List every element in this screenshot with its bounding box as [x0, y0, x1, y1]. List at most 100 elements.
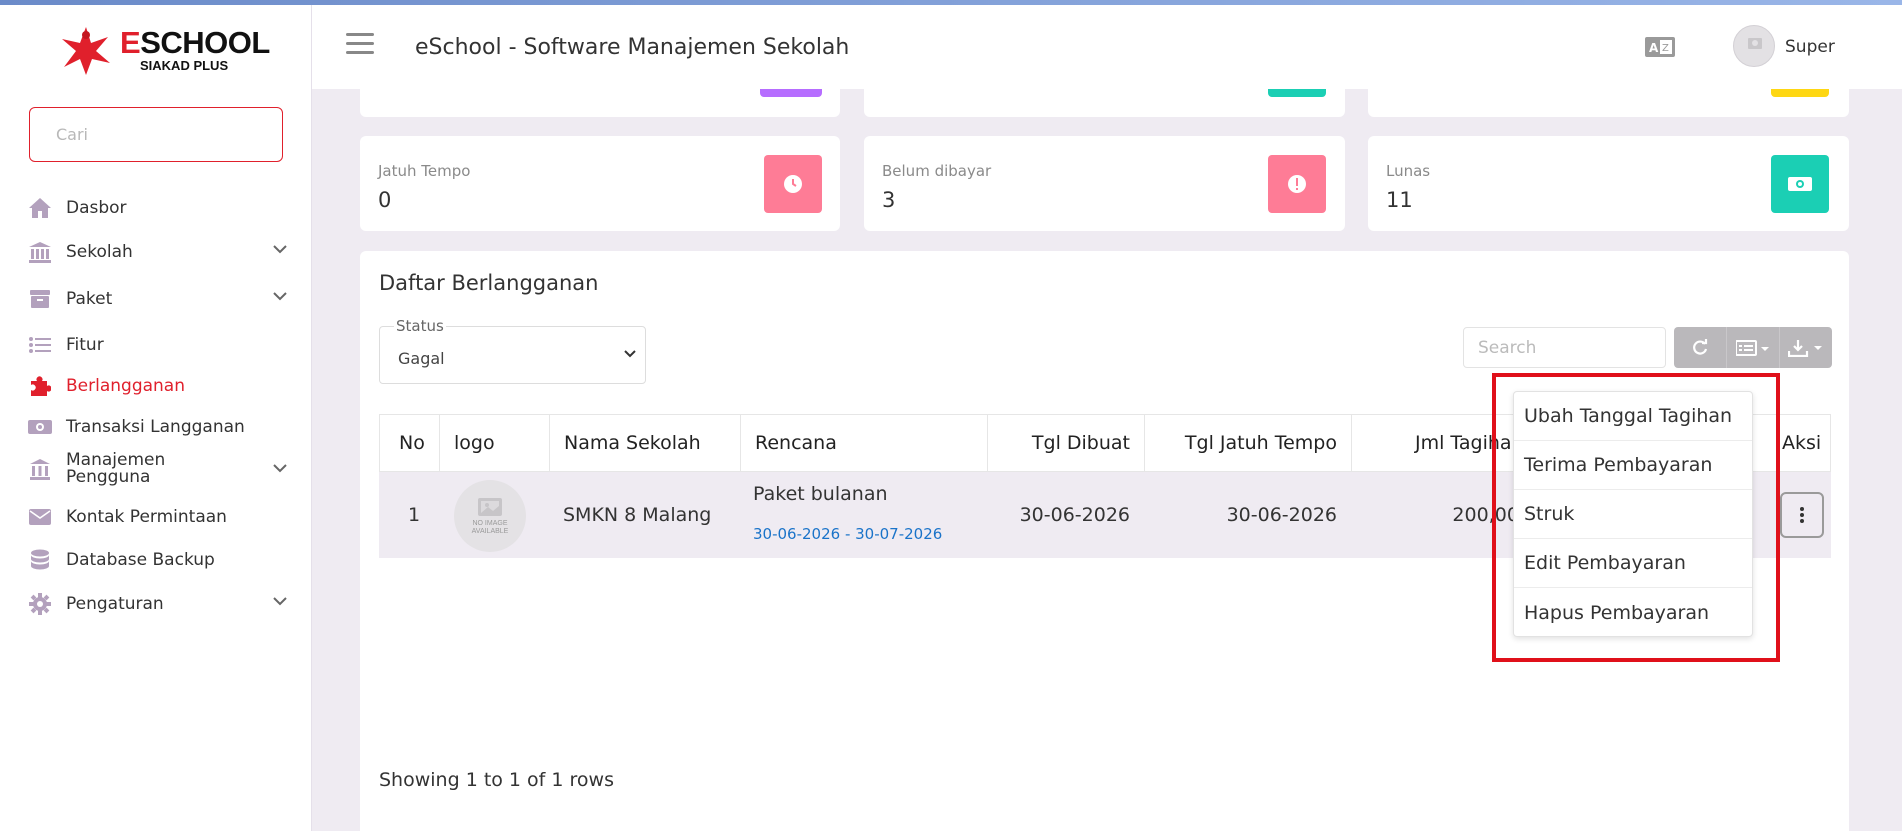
user-avatar[interactable]: [1733, 25, 1775, 67]
stat-card-top-bar: [1771, 89, 1829, 97]
language-icon[interactable]: AZ: [1645, 37, 1675, 59]
puzzle-icon: [28, 374, 52, 398]
sidebar-item-paket[interactable]: Paket: [28, 281, 288, 317]
hamburger-menu-icon[interactable]: [346, 33, 374, 57]
column-header[interactable]: Tgl Jatuh Tempo: [1145, 415, 1352, 471]
columns-icon: [1736, 339, 1769, 356]
column-header[interactable]: No: [380, 415, 440, 471]
cell-plan-name: Paket bulanan: [753, 483, 888, 505]
sidebar-item-kontak-permintaan[interactable]: Kontak Permintaan: [28, 499, 288, 535]
sidebar-item-label: Sekolah: [66, 241, 133, 262]
top-header: eSchool - Software Manajemen Sekolah AZ …: [312, 5, 1902, 89]
stat-card-top-bar: [760, 89, 822, 97]
chevron-down-icon: [273, 464, 287, 473]
sidebar-item-label: Pengaturan: [66, 593, 164, 614]
sidebar-search-input[interactable]: [29, 107, 283, 162]
download-icon: [1788, 339, 1822, 357]
cell-created-date: 30-06-2026: [1019, 504, 1130, 526]
refresh-icon: [1693, 338, 1708, 355]
stat-value: 11: [1386, 188, 1413, 212]
stat-card-lunas: Lunas 11: [1368, 136, 1849, 231]
column-header[interactable]: Aksi: [1772, 415, 1830, 471]
column-header[interactable]: Nama Sekolah: [550, 415, 741, 471]
sidebar-item-sekolah[interactable]: Sekolah: [28, 234, 288, 270]
sidebar-item-label: Dasbor: [66, 197, 127, 218]
sidebar-item-dasbor[interactable]: Dasbor: [28, 190, 288, 226]
logo-text: ESCHOOL: [120, 25, 270, 60]
panel-title: Daftar Berlangganan: [379, 271, 599, 295]
stat-card-belum-dibayar: Belum dibayar 3: [864, 136, 1345, 231]
no-image-icon: [1748, 38, 1762, 49]
chevron-down-icon: [273, 597, 287, 606]
logo-emblem-icon: [62, 27, 110, 75]
menu-item-struk[interactable]: Struk: [1514, 490, 1752, 539]
cell-plan-dates: 30-06-2026 - 30-07-2026: [753, 525, 943, 543]
app-title: eSchool - Software Manajemen Sekolah: [415, 35, 850, 60]
sidebar-item-label: Paket: [66, 288, 113, 309]
sidebar-item-transaksi-langganan[interactable]: Transaksi Langganan: [28, 409, 288, 445]
user-name[interactable]: Super: [1785, 37, 1835, 57]
column-header[interactable]: Tgl Dibuat: [988, 415, 1145, 471]
logo[interactable]: ESCHOOL SIAKAD PLUS: [58, 23, 270, 79]
column-header[interactable]: Rencana: [741, 415, 988, 471]
status-select[interactable]: Status Gagal: [379, 317, 646, 384]
stat-value: 0: [378, 188, 392, 212]
cell-no: 1: [407, 504, 421, 526]
stat-label: Jatuh Tempo: [378, 162, 471, 180]
school-logo-placeholder: NO IMAGE AVAILABLE: [454, 480, 526, 552]
stat-label: Belum dibayar: [882, 162, 992, 180]
stat-label: Lunas: [1386, 162, 1431, 180]
cell-amount: 200,000: [1452, 504, 1531, 526]
exclamation-icon: [1268, 155, 1326, 213]
sidebar-item-label: Manajemen Pengguna: [66, 450, 166, 487]
money-icon: [1771, 155, 1829, 213]
row-actions-button[interactable]: [1780, 492, 1824, 538]
sidebar-item-manajemen-pengguna[interactable]: Manajemen Pengguna: [28, 449, 288, 489]
refresh-button[interactable]: [1674, 327, 1727, 368]
column-header[interactable]: logo: [440, 415, 550, 471]
sidebar-item-label: Fitur: [66, 334, 104, 355]
sidebar-item-database-backup[interactable]: Database Backup: [28, 542, 288, 578]
sidebar-item-label: Database Backup: [66, 549, 215, 570]
stat-card-jatuh-tempo: Jatuh Tempo 0: [360, 136, 840, 231]
menu-item-hapus-pembayaran[interactable]: Hapus Pembayaran: [1514, 588, 1752, 637]
export-button[interactable]: [1780, 327, 1832, 368]
stat-value: 3: [882, 188, 896, 212]
top-accent-line: [0, 0, 1902, 5]
chevron-down-icon: [273, 245, 287, 254]
table-search-input[interactable]: [1463, 327, 1666, 368]
status-select-value: Gagal: [398, 349, 445, 368]
no-image-text: NO IMAGE AVAILABLE: [471, 520, 509, 535]
gear-icon: [28, 592, 52, 616]
cell-due-date: 30-06-2026: [1226, 504, 1337, 526]
sidebar-item-label: Kontak Permintaan: [66, 506, 227, 527]
svg-text:A: A: [1649, 41, 1659, 55]
menu-item-ubah-tanggal-tagihan[interactable]: Ubah Tanggal Tagihan: [1514, 392, 1752, 441]
sidebar-item-pengaturan[interactable]: Pengaturan: [28, 586, 288, 622]
sidebar-item-fitur[interactable]: Fitur: [28, 327, 288, 363]
no-image-icon: [478, 498, 502, 516]
sidebar: ESCHOOL SIAKAD PLUS Dasbor Sekolah Paket: [0, 5, 312, 831]
chevron-down-icon: [624, 350, 636, 358]
sidebar-item-berlangganan[interactable]: Berlangganan: [28, 368, 288, 404]
list-icon: [28, 333, 52, 357]
menu-item-edit-pembayaran[interactable]: Edit Pembayaran: [1514, 539, 1752, 588]
user-bank-icon: [28, 457, 52, 481]
row-actions-dropdown: Ubah Tanggal Tagihan Terima Pembayaran S…: [1513, 391, 1753, 637]
svg-text:Z: Z: [1662, 43, 1669, 54]
cell-school-name: SMKN 8 Malang: [563, 504, 712, 526]
kebab-menu-icon: [1800, 507, 1804, 523]
money-icon: [28, 415, 52, 439]
table-toolbar: [1674, 327, 1832, 368]
columns-button[interactable]: [1727, 327, 1780, 368]
menu-item-terima-pembayaran[interactable]: Terima Pembayaran: [1514, 441, 1752, 490]
archive-icon: [28, 287, 52, 311]
status-select-label: Status: [394, 317, 446, 335]
logo-subtitle: SIAKAD PLUS: [140, 58, 229, 73]
database-icon: [28, 548, 52, 572]
bank-icon: [28, 240, 52, 264]
stat-card-top-bar: [1268, 89, 1326, 97]
stat-card-top-3: [1368, 89, 1849, 117]
column-header[interactable]: Jml Tagihan(: [1352, 415, 1532, 471]
envelope-icon: [28, 505, 52, 529]
